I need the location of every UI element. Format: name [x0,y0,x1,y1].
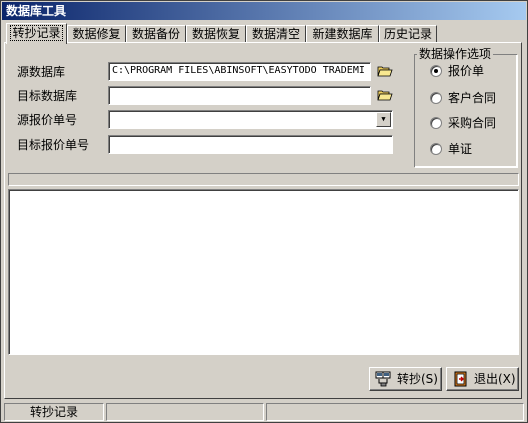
target-db-label: 目标数据库 [17,89,78,103]
status-cell-2 [106,403,264,421]
tab-new-database[interactable]: 新建数据库 [306,25,379,43]
source-quote-label: 源报价单号 [17,113,78,127]
tab-data-clear[interactable]: 数据清空 [246,25,306,43]
source-quote-select[interactable]: ▼ [108,110,393,129]
data-options-title: 数据操作选项 [417,47,494,61]
status-cell-3 [266,403,524,421]
target-db-input[interactable] [108,86,371,105]
radio-document-label[interactable]: 单证 [448,142,472,156]
copy-button-label: 转抄(S) [397,372,438,386]
exit-door-icon [454,371,467,387]
chevron-down-icon[interactable]: ▼ [376,112,391,127]
target-quote-input[interactable] [108,135,393,154]
radio-purchase-contract-label[interactable]: 采购合同 [448,116,496,130]
exit-button-label: 退出(X) [474,372,516,386]
data-options-group: 数据操作选项 报价单 客户合同 采购合同 单证 [414,47,517,167]
radio-purchase-contract[interactable] [430,117,442,129]
folder-open-icon[interactable] [377,64,393,78]
app-window: 数据库工具 转抄记录 数据修复 数据备份 数据恢复 数据清空 新建数据库 历史记… [0,0,528,423]
radio-customer-contract[interactable] [430,92,442,104]
tab-data-restore[interactable]: 数据恢复 [186,25,246,43]
tab-panel-copy-records: 源数据库 C:\PROGRAM FILES\ABINSOFT\EASYTODO … [4,42,522,399]
progress-bar [8,173,519,186]
status-bar: 转抄记录 [2,402,526,422]
radio-document[interactable] [430,143,442,155]
tab-history[interactable]: 历史记录 [379,25,437,43]
tab-data-backup[interactable]: 数据备份 [126,25,186,43]
exit-button[interactable]: 退出(X) [446,367,519,391]
window-title: 数据库工具 [6,4,67,18]
tab-data-repair[interactable]: 数据修复 [67,25,126,43]
status-cell-mode: 转抄记录 [4,403,104,421]
source-db-label: 源数据库 [17,65,66,79]
tab-copy-records[interactable]: 转抄记录 [6,23,67,44]
radio-customer-contract-label[interactable]: 客户合同 [448,91,496,105]
window-titlebar[interactable]: 数据库工具 [2,2,526,20]
radio-quote-label[interactable]: 报价单 [448,64,484,78]
source-db-input[interactable]: C:\PROGRAM FILES\ABINSOFT\EASYTODO TRADE… [108,62,371,81]
target-quote-label: 目标报价单号 [17,138,90,152]
log-output-area[interactable] [8,189,519,355]
radio-quote[interactable] [430,65,442,77]
copy-records-icon [375,371,391,387]
copy-button[interactable]: 转抄(S) [369,367,442,391]
folder-open-icon[interactable] [377,88,393,102]
